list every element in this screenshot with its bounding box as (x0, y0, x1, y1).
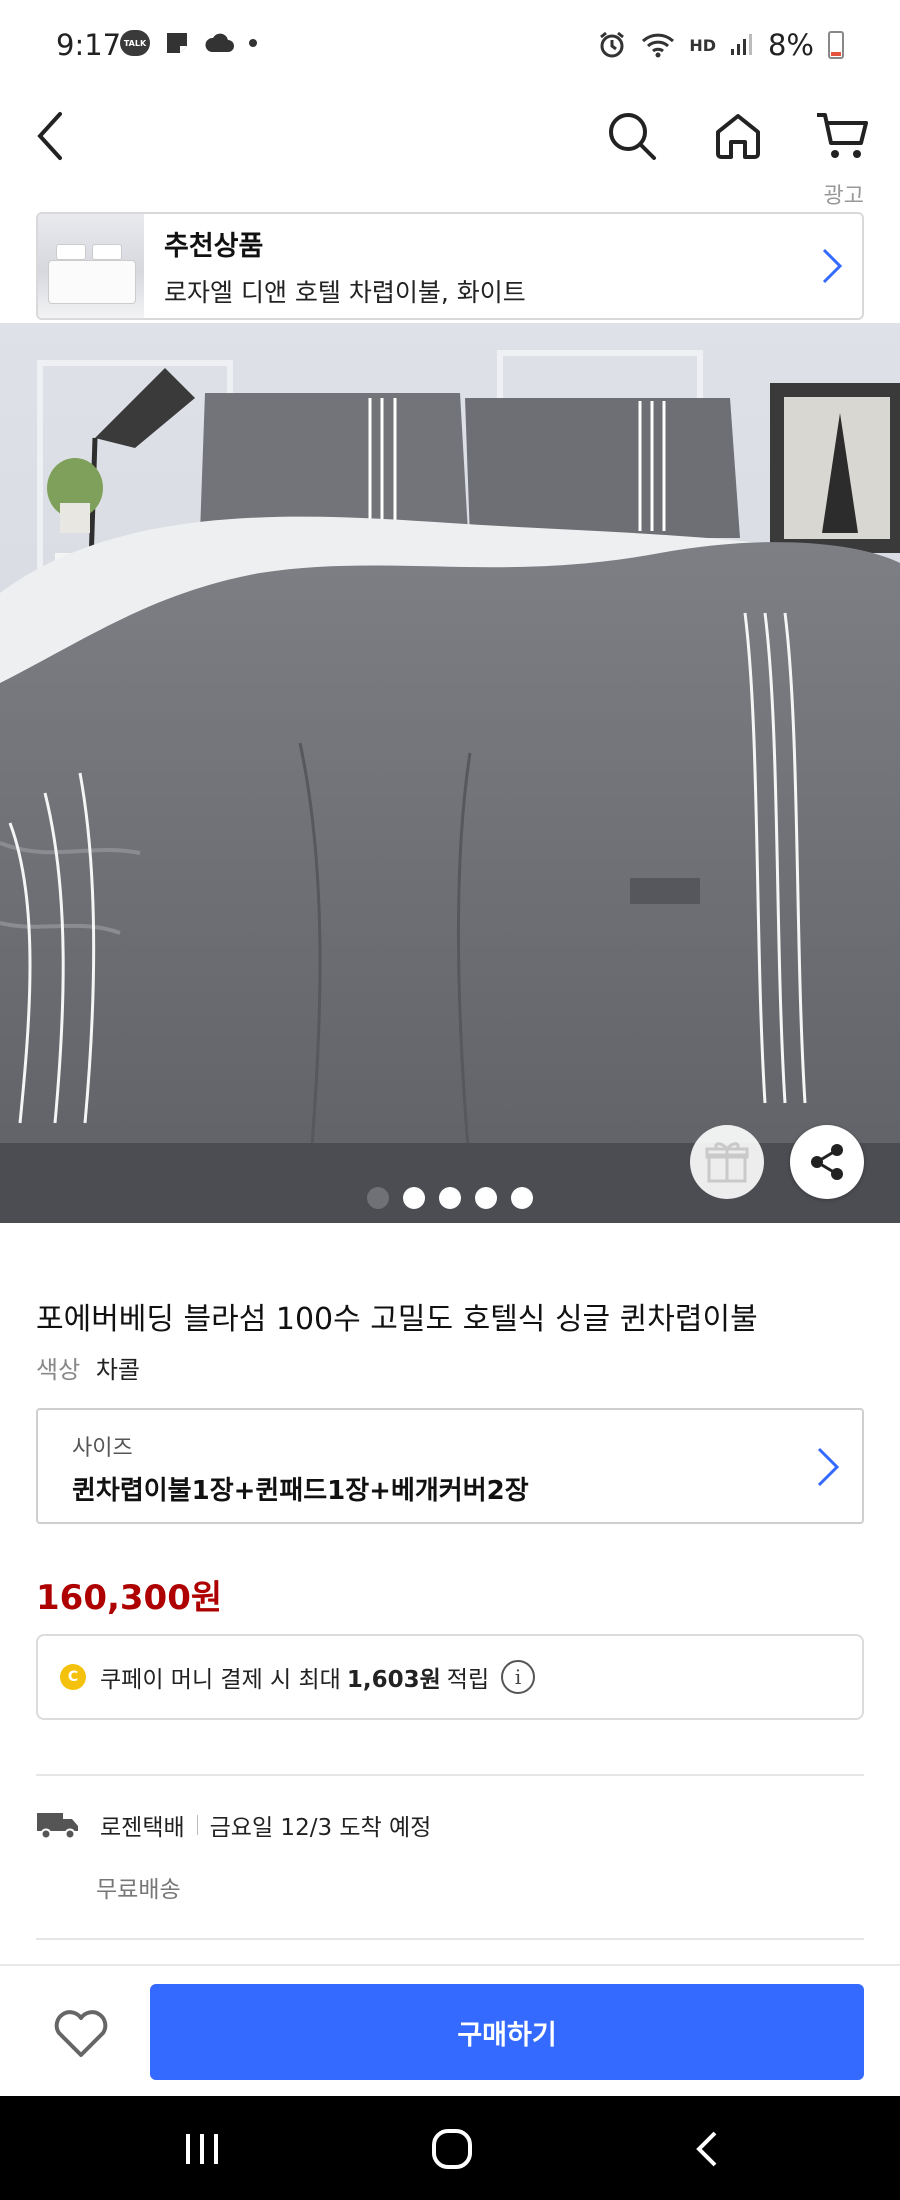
price: 160,300원 (36, 1578, 223, 1618)
color-option: 색상 차콜 (36, 1350, 140, 1385)
share-icon (811, 1144, 843, 1180)
chevron-right-icon (817, 1447, 840, 1487)
info-icon[interactable]: i (501, 1660, 536, 1694)
recent-apps-icon (186, 2134, 218, 2164)
ad-text: 추천상품 로자엘 디앤 호텔 차렵이불, 화이트 (164, 224, 802, 309)
carousel-dot[interactable] (439, 1187, 461, 1209)
product-photo (0, 323, 900, 1223)
size-selector[interactable]: 사이즈 퀸차렵이불1장+퀸패드1장+베개커버2장 (36, 1408, 864, 1524)
carousel-dot[interactable] (367, 1187, 389, 1209)
talk-icon: TALK (120, 30, 150, 56)
hd-voice-icon: HD (689, 35, 716, 55)
coupay-coin-icon: C (60, 1664, 86, 1690)
size-value: 퀸차렵이불1장+퀸패드1장+베개커버2장 (72, 1476, 529, 1506)
ad-label: 광고 (823, 184, 864, 209)
color-value: 차콜 (95, 1356, 140, 1384)
ad-title: 추천상품 (164, 230, 264, 262)
top-nav (0, 88, 900, 188)
wishlist-button[interactable] (48, 2004, 114, 2064)
buy-bar: 구매하기 (0, 1964, 900, 2096)
signal-icon (730, 34, 752, 55)
back-button[interactable] (14, 98, 90, 174)
shipping-separator (196, 1815, 198, 1835)
status-notification-icons: TALK (120, 30, 258, 56)
product-title: 포에버베딩 블라섬 100수 고밀도 호텔식 싱글 퀸차렵이불 (36, 1302, 758, 1337)
battery-percent: 8% (767, 28, 814, 62)
wifi-icon (642, 33, 675, 58)
chevron-right-icon (822, 248, 843, 284)
shipping-carrier: 로젠택배 (100, 1815, 185, 1841)
coupay-amount: 1,603원 (346, 1667, 441, 1693)
size-chevron (816, 1446, 840, 1492)
coupay-reward-box: C 쿠페이 머니 결제 시 최대 1,603원 적립 i (36, 1634, 864, 1720)
ad-thumbnail (38, 214, 144, 318)
recommended-ad-card[interactable]: 추천상품 로자엘 디앤 호텔 차렵이불, 화이트 (36, 212, 864, 320)
product-page: 9:17 TALK HD 8% 광고 추천상품 로자엘 디앤 호텔 차렵이불, … (0, 0, 900, 2200)
coupay-suffix: 적립 (446, 1667, 490, 1693)
divider (36, 1774, 864, 1776)
truck-icon (37, 1813, 78, 1840)
ad-subtitle: 로자엘 디앤 호텔 차렵이불, 화이트 (164, 277, 526, 307)
recent-apps-button[interactable] (172, 2124, 232, 2174)
cloud-icon (205, 33, 234, 52)
status-time: 9:17 (56, 28, 122, 62)
status-system-icons: HD 8% (597, 28, 844, 62)
ad-arrow (802, 247, 862, 285)
back-chevron-icon (696, 2131, 717, 2167)
note-icon (167, 33, 187, 53)
product-image-carousel[interactable] (0, 323, 900, 1223)
shipping-fee: 무료배송 (96, 1877, 181, 1903)
coupay-prefix: 쿠페이 머니 결제 시 최대 (100, 1667, 341, 1693)
carousel-dot[interactable] (403, 1187, 425, 1209)
system-nav-bar (0, 2096, 900, 2200)
carousel-dot[interactable] (475, 1187, 497, 1209)
home-icon (716, 114, 760, 159)
search-icon (609, 113, 656, 160)
home-system-button[interactable] (422, 2124, 482, 2174)
home-circle-icon (432, 2129, 472, 2169)
dot-icon (249, 39, 257, 47)
status-bar: 9:17 TALK HD 8% (0, 0, 900, 88)
color-label: 색상 (36, 1356, 81, 1384)
shipping-info: 로젠택배 금요일 12/3 도착 예정 (36, 1808, 431, 1842)
heart-icon (54, 2010, 108, 2057)
carousel-dot[interactable] (511, 1187, 533, 1209)
cart-icon (817, 113, 868, 158)
home-button[interactable] (700, 98, 776, 174)
shipping-date: 금요일 12/3 도착 예정 (209, 1815, 432, 1841)
cart-button[interactable] (804, 98, 880, 174)
back-system-button[interactable] (676, 2124, 736, 2174)
search-button[interactable] (594, 98, 670, 174)
divider (36, 1938, 864, 1940)
carousel-dots (0, 1187, 900, 1209)
size-label: 사이즈 (72, 1436, 133, 1461)
buy-button[interactable]: 구매하기 (150, 1984, 864, 2080)
back-arrow-icon (37, 112, 62, 160)
battery-icon (828, 31, 844, 59)
alarm-icon (600, 31, 625, 58)
gift-icon (705, 1142, 749, 1183)
